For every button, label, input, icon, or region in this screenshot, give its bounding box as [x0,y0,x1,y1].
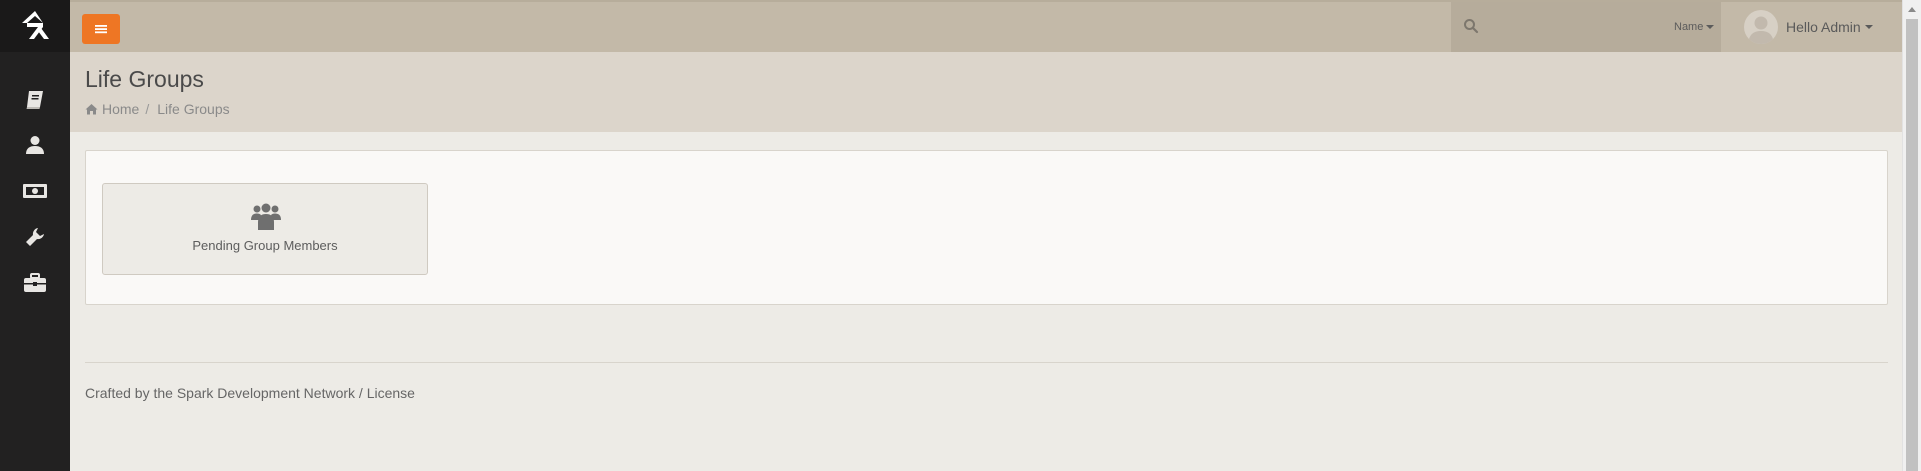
breadcrumb-separator: / [145,101,150,117]
sidebar-item-admin-tools[interactable] [20,222,50,252]
wrench-icon [26,228,44,246]
top-bar: Name Hello Admin [70,0,1902,52]
sidebar-item-finance[interactable] [20,176,50,206]
sidebar-item-people[interactable] [20,130,50,160]
book-icon [26,91,43,109]
user-silhouette-icon [1748,16,1774,44]
sidebar-item-projects[interactable] [20,268,50,298]
search-type-label: Name [1674,21,1704,33]
breadcrumb-home-link[interactable]: Home [85,101,139,117]
chevron-down-icon [1706,25,1715,30]
scrollbar-thumb[interactable] [1906,19,1918,471]
content-panel: Pending Group Members [85,150,1888,305]
briefcase-icon [24,273,46,292]
app-logo[interactable] [0,0,70,52]
breadcrumb-current: Life Groups [157,101,230,117]
search-input[interactable] [1487,14,1637,40]
breadcrumb-home-label: Home [102,101,140,117]
avatar [1744,10,1778,44]
user-menu[interactable]: Hello Admin [1740,2,1902,52]
users-icon [251,203,281,230]
footer: Crafted by the Spark Development Network… [85,385,415,401]
pending-group-members-tile[interactable]: Pending Group Members [102,183,428,275]
user-greeting: Hello Admin [1786,19,1861,35]
breadcrumb: Home / Life Groups [85,101,230,117]
footer-divider [85,362,1888,363]
vertical-scrollbar[interactable] [1902,0,1921,471]
money-icon [23,184,47,198]
rock-logo-icon [22,11,49,39]
chevron-down-icon [1864,25,1873,29]
person-icon [26,136,44,154]
page-title: Life Groups [85,66,204,92]
search-type-dropdown[interactable]: Name [1674,21,1715,33]
sidebar-item-book[interactable] [20,85,50,115]
left-sidebar [0,0,70,471]
scroll-up-button[interactable] [1903,0,1921,17]
hamburger-icon [95,25,107,34]
arrow-up-icon [1908,6,1916,12]
tile-label: Pending Group Members [192,238,338,253]
license-link[interactable]: License [367,385,415,401]
menu-toggle-button[interactable] [82,14,120,44]
footer-credit: Crafted by the Spark Development Network… [85,385,367,401]
page-header: Life Groups Home / Life Groups [70,52,1902,132]
search-icon [1464,19,1479,34]
home-icon [85,104,98,115]
